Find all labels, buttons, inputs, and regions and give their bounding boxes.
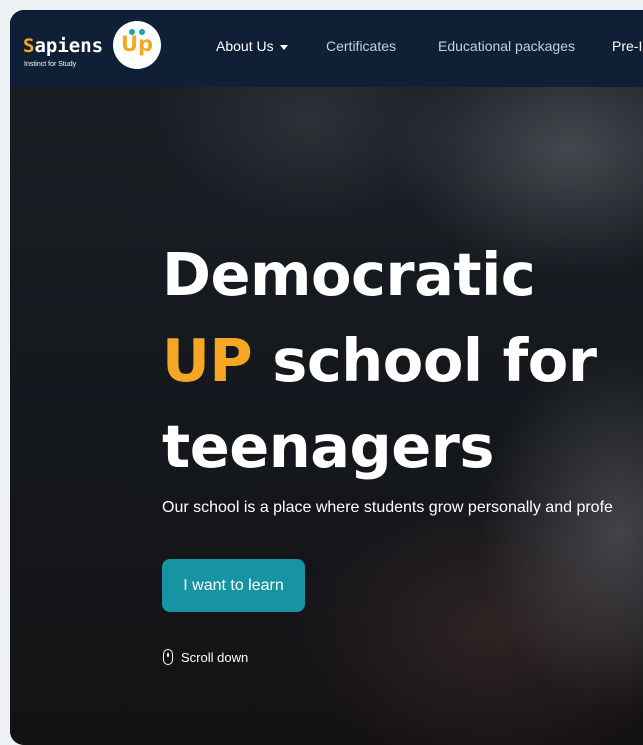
logo-wordmark: Sapiens [23,35,104,57]
caret-down-icon [279,44,288,50]
hero-title: Democratic UP school for teenagers [162,232,597,490]
navbar: Sapiens Instinct for Study Up About Us C… [10,10,643,87]
nav-item-pre[interactable]: Pre-I [612,38,642,54]
logo-badge-text: Up [120,32,154,56]
logo-tagline: Instinct for Study [24,61,77,68]
scroll-down-link[interactable]: Scroll down [163,649,248,665]
hero-subtitle: Our school is a place where students gro… [162,499,613,516]
nav-item-label: About Us [216,38,274,54]
nav-item-certificates[interactable]: Certificates [326,38,396,54]
mouse-icon [163,649,173,665]
scroll-down-label: Scroll down [181,649,249,665]
logo-badge: Up [113,21,161,69]
hero-title-line1: Democratic [162,240,536,309]
hero-title-line3: teenagers [162,412,495,481]
nav-item-educational-packages[interactable]: Educational packages [438,38,575,54]
page-frame: Sapiens Instinct for Study Up About Us C… [10,10,643,745]
hero-title-accent: UP [162,326,253,395]
hero-title-line2: school for [252,326,597,395]
nav-item-about-us[interactable]: About Us [216,38,288,54]
i-want-to-learn-button[interactable]: I want to learn [162,559,305,612]
logo[interactable]: Sapiens Instinct for Study Up [22,21,162,73]
